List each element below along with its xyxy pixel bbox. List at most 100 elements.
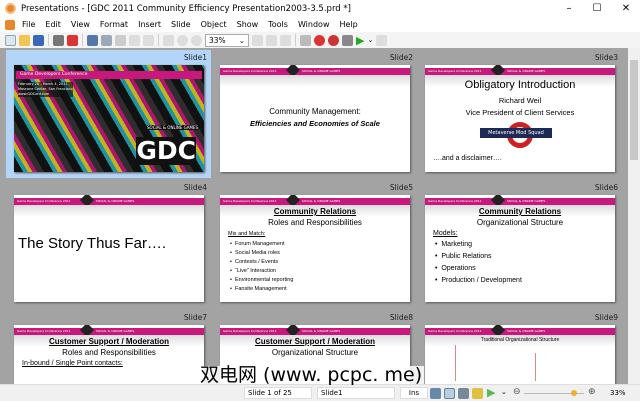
status-bar: Slide 1 of 25 Slide1 Ins ▶ ⌄ ⊖ ⊕ 33%	[0, 384, 640, 401]
slide-text: ….and a disclaimer….	[433, 155, 502, 162]
zoom-select[interactable]: 33% ⌄	[205, 33, 249, 47]
menu-edit[interactable]: Edit	[40, 20, 66, 29]
slide-thumbnail-1[interactable]: Slide1 Game Developers Conference Februa…	[6, 50, 211, 178]
pdf-icon[interactable]	[67, 34, 78, 46]
band-center-text: SOCIAL & ONLINE GAMES	[96, 199, 135, 203]
slide-label: Slide8	[389, 313, 413, 322]
slide-thumbnail-7[interactable]: Slide7 Game Developers Conference 2011 SOC…	[6, 310, 211, 384]
bullet-text: Environmental reporting	[234, 277, 294, 283]
transition-icon[interactable]	[300, 34, 311, 46]
new-icon[interactable]	[5, 34, 16, 46]
menu-slide[interactable]: Slide	[166, 20, 196, 29]
vertical-scrollbar[interactable]	[628, 48, 640, 384]
menu-tools[interactable]: Tools	[263, 20, 293, 29]
slide-heading: Mix and Match:	[228, 231, 266, 237]
band-left-text: Game Developers Conference 2011	[223, 69, 277, 73]
menu-bar: File Edit View Format Insert Slide Objec…	[0, 17, 640, 32]
show-dropdown-icon[interactable]: ⌄	[367, 36, 373, 44]
slide-bullet: • Operations	[435, 265, 476, 272]
print-icon[interactable]	[53, 34, 64, 46]
bullet-text: Social Media roles	[234, 250, 280, 256]
undo-icon[interactable]	[129, 34, 140, 46]
slide-preview: Game Developers Conference 2011 SOCIAL & …	[425, 65, 615, 172]
play-icon-p[interactable]	[328, 34, 339, 46]
maximize-button[interactable]: ☐	[583, 0, 611, 17]
cut-icon[interactable]	[87, 34, 98, 46]
slide-header-band: Game Developers Conference 2011 SOCIAL & …	[220, 325, 410, 338]
handout-view-icon[interactable]	[472, 388, 483, 399]
slide-title: Customer Support / Moderation	[49, 337, 169, 346]
band-left-text: Game Developers Conference 2011	[223, 329, 277, 333]
slide-thumbnail-9[interactable]: Slide9 Game Developers Conference 2011 SOC…	[417, 310, 622, 384]
zoom-out-icon[interactable]: ⊖	[513, 387, 521, 397]
slide-text: Community Management:	[269, 107, 361, 116]
save-icon[interactable]	[33, 34, 44, 46]
outline-view-icon[interactable]	[458, 388, 469, 399]
slide-heading: Models:	[433, 230, 458, 237]
bullet-text: Production / Development	[441, 277, 522, 284]
normal-view-icon[interactable]	[430, 388, 441, 399]
slide-title: Community Relations	[273, 207, 357, 216]
slide-subtitle: Organizational Structure	[271, 348, 359, 357]
slide-text: www.GDConf.com	[18, 92, 50, 96]
menu-show[interactable]: Show	[232, 20, 264, 29]
gdc-logo: GDC	[136, 136, 196, 165]
slide-setup-icon[interactable]	[376, 34, 388, 46]
slide-bullet: • Marketing	[435, 241, 473, 248]
band-left-text: Game Developers Conference 2011	[428, 329, 482, 333]
bullet-text: Contests / Events	[234, 259, 279, 265]
slide-thumbnail-6[interactable]: Slide6 Game Developers Conference 2011 SOC…	[417, 180, 622, 308]
band-left-text: Game Developers Conference 2011	[428, 199, 482, 203]
record-icon[interactable]	[314, 34, 325, 46]
slide-text: Vice President of Client Services	[465, 108, 575, 117]
minimize-button[interactable]: –	[555, 0, 583, 17]
chart-frame-icon[interactable]	[280, 34, 291, 46]
chevron-down-icon: ⌄	[238, 35, 245, 45]
band-center-text: SOCIAL & ONLINE GAMES	[507, 329, 546, 333]
slide-bullet: • Forum Management	[230, 241, 285, 247]
zoom-in-status-icon[interactable]: ⊕	[588, 387, 596, 397]
scrollbar-thumb[interactable]	[630, 60, 638, 160]
copy-icon[interactable]	[101, 34, 112, 46]
bullet-text: Operations	[441, 265, 476, 272]
start-show-icon[interactable]: ▶	[356, 34, 364, 47]
zoom-slider-knob[interactable]	[570, 390, 577, 396]
settings-icon[interactable]	[342, 34, 353, 46]
menu-window[interactable]: Window	[293, 20, 335, 29]
slide-label: Slide9	[594, 313, 618, 322]
close-button[interactable]: ✕	[612, 0, 640, 17]
picture-frame-icon[interactable]	[266, 34, 277, 46]
slide-name: Slide1	[317, 387, 395, 399]
zoom-icon[interactable]	[191, 34, 202, 46]
actual-size-icon[interactable]	[163, 34, 174, 46]
open-icon[interactable]	[19, 34, 30, 46]
menu-object[interactable]: Object	[196, 20, 232, 29]
redo-icon[interactable]	[143, 34, 154, 46]
zoom-in-icon[interactable]	[177, 34, 188, 46]
menu-format[interactable]: Format	[95, 20, 133, 29]
paste-icon[interactable]	[115, 34, 126, 46]
slide-header-band: Game Developers Conference 2011 SOCIAL & …	[14, 325, 204, 338]
menu-view[interactable]: View	[66, 20, 95, 29]
slide-label: Slide3	[594, 53, 618, 62]
text-frame-icon[interactable]	[252, 34, 263, 46]
slide-thumbnail-5[interactable]: Slide5 Game Developers Conference 2011 SOC…	[212, 180, 417, 308]
menu-file[interactable]: File	[17, 20, 40, 29]
band-left-text: Game Developers Conference 2011	[17, 199, 71, 203]
play-dropdown-icon[interactable]: ⌄	[501, 388, 507, 396]
slide-bullet: • “Live” Interaction	[230, 268, 276, 274]
slide-preview: Game Developers Conference 2011 SOCIAL & …	[14, 195, 204, 302]
menu-insert[interactable]: Insert	[133, 20, 166, 29]
slide-sorter-view-icon[interactable]	[444, 388, 455, 399]
slide-title: Obligatory Introduction	[464, 79, 576, 91]
slide-thumbnail-3[interactable]: Slide3 Game Developers Conference 2011 SOC…	[417, 50, 622, 178]
play-icon[interactable]: ▶	[487, 386, 495, 399]
app-menu-icon[interactable]	[5, 19, 15, 30]
bullet-text: “Live” Interaction	[234, 268, 276, 274]
menu-help[interactable]: Help	[334, 20, 362, 29]
slide-preview: Game Developers Conference 2011 SOCIAL & …	[220, 65, 410, 172]
slide-bullet: • Fansite Management	[230, 286, 287, 292]
slide-thumbnail-2[interactable]: Slide2 Game Developers Conference 2011 SOC…	[212, 50, 417, 178]
slide-thumbnail-4[interactable]: Slide4 Game Developers Conference 2011 SOC…	[6, 180, 211, 308]
slide-subtitle: Roles and Responsibilities	[268, 218, 362, 227]
